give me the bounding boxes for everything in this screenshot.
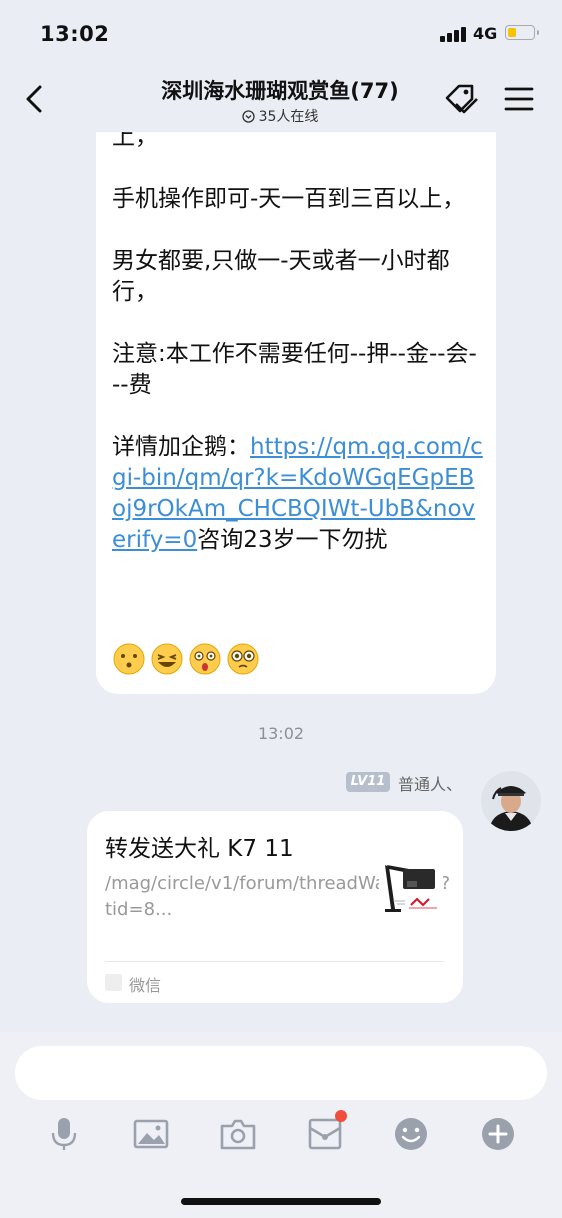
share-card[interactable]: 转发送大礼 K7 11 /mag/circle/v1/forum/threadW… bbox=[87, 811, 463, 1003]
chat-area[interactable]: 上， 手机操作即可-天一百到三百以上， 男女都要,只做一-天或者一小时都行， 注… bbox=[0, 132, 562, 1032]
online-count: 35人在线 bbox=[258, 109, 319, 125]
message-bubble[interactable]: 上， 手机操作即可-天一百到三百以上， 男女都要,只做一-天或者一小时都行， 注… bbox=[96, 132, 496, 694]
menu-button[interactable] bbox=[502, 84, 536, 114]
card-thumbnail-image bbox=[379, 859, 443, 925]
plus-icon bbox=[482, 1118, 514, 1150]
message-input[interactable] bbox=[15, 1046, 547, 1100]
card-source: 微信 bbox=[129, 976, 162, 995]
battery-icon bbox=[505, 25, 539, 40]
cellular-signal-icon bbox=[440, 26, 468, 42]
back-button[interactable] bbox=[18, 82, 52, 116]
wechat-source-icon bbox=[105, 974, 122, 991]
network-type: 4G bbox=[473, 24, 498, 43]
tag-icon bbox=[445, 84, 478, 114]
sender-name[interactable]: 普通人、 bbox=[398, 771, 462, 795]
input-panel bbox=[0, 1032, 562, 1218]
card-divider bbox=[105, 961, 445, 962]
status-time: 13:02 bbox=[40, 22, 110, 46]
microphone-icon bbox=[51, 1118, 77, 1150]
camera-button[interactable] bbox=[220, 1116, 256, 1152]
image-button[interactable] bbox=[133, 1116, 169, 1152]
online-status: 35人在线 bbox=[120, 106, 440, 126]
voice-button[interactable] bbox=[46, 1116, 82, 1152]
chevron-left-icon bbox=[26, 85, 42, 113]
online-chevron-icon bbox=[241, 110, 255, 123]
nav-bar: 深圳海水珊瑚观赏鱼(77) 35人在线 bbox=[0, 66, 562, 132]
image-icon bbox=[133, 1119, 169, 1149]
status-bar: 13:02 4G bbox=[0, 0, 562, 66]
chat-title: 深圳海水珊瑚观赏鱼(77) bbox=[161, 79, 399, 103]
grinning-squint-icon bbox=[151, 643, 183, 675]
dizzy-eyes-icon bbox=[227, 643, 259, 675]
red-packet-button[interactable] bbox=[307, 1110, 347, 1152]
camera-icon bbox=[220, 1119, 256, 1150]
message-text: 上， 手机操作即可-天一百到三百以上， 男女都要,只做一-天或者一小时都行， 注… bbox=[112, 132, 483, 553]
emoji-button[interactable] bbox=[393, 1116, 429, 1152]
face-blowing-icon bbox=[113, 643, 145, 675]
notification-dot bbox=[335, 1110, 347, 1122]
time-divider: 13:02 bbox=[257, 724, 305, 743]
card-description: /mag/circle/v1/forum/threadWapPage?tid=8… bbox=[105, 873, 451, 920]
hamburger-menu-icon bbox=[504, 87, 534, 111]
card-title: 转发送大礼 K7 11 bbox=[105, 836, 294, 862]
tag-button[interactable] bbox=[442, 82, 482, 118]
avatar-image bbox=[481, 771, 541, 831]
home-indicator[interactable] bbox=[181, 1198, 381, 1205]
level-badge: LV11 bbox=[346, 772, 390, 792]
more-button[interactable] bbox=[480, 1116, 516, 1152]
shocked-face-icon bbox=[189, 643, 221, 675]
emoji-icon bbox=[395, 1118, 427, 1150]
avatar[interactable] bbox=[481, 771, 541, 831]
